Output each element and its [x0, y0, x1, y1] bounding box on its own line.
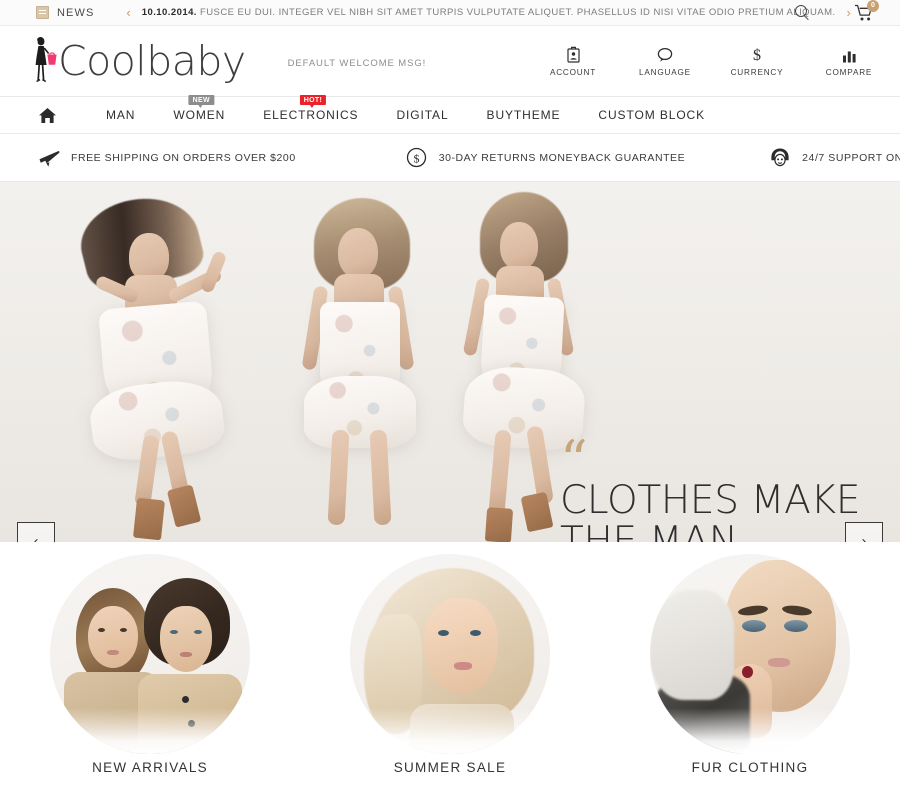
nav-item-women[interactable]: NEW WOMEN	[154, 95, 244, 122]
woman-with-shopping-bag-icon	[26, 36, 60, 86]
nav-item-custom-block[interactable]: CUSTOM BLOCK	[579, 108, 724, 122]
hero-headline: CLOTHES MAKE THE MAN.	[560, 478, 890, 542]
header-link-language-label: LANGUAGE	[639, 68, 691, 77]
page-root: NEWS ‹ 10.10.2014. FUSCE EU DUI. INTEGER…	[0, 0, 900, 794]
quote-mark-icon: “	[560, 429, 588, 492]
category-summer-sale-label: SUMMER SALE	[393, 760, 507, 775]
nav-item-women-label: WOMEN	[173, 108, 226, 122]
hero-quote: “ CLOTHES MAKE THE MAN. NAKED PEOPLE HAV…	[560, 429, 890, 543]
service-returns: $ 30-DAY RETURNS MONEYBACK GUARANTEE	[406, 147, 685, 169]
slider-prev-button[interactable]: ‹	[17, 522, 55, 542]
header-link-currency[interactable]: $ CURRENCY	[728, 45, 786, 77]
top-bar: NEWS ‹ 10.10.2014. FUSCE EU DUI. INTEGER…	[0, 0, 900, 26]
category-section: NEW ARRIVALS SUMMER SALE FUR CLOTHING	[0, 542, 900, 794]
news-block: NEWS	[36, 6, 94, 19]
category-new-arrivals-image	[50, 554, 250, 754]
airplane-icon	[38, 147, 60, 169]
dollar-circle-icon: $	[406, 147, 428, 169]
logo-text: Coolbaby	[58, 36, 246, 85]
header-links: ACCOUNT LANGUAGE $ CURRENCY COMPARE	[544, 45, 878, 77]
category-fur-clothing-label: FUR CLOTHING	[691, 760, 809, 775]
ticker-prev-button[interactable]: ‹	[124, 6, 132, 19]
service-returns-text: 30-DAY RETURNS MONEYBACK GUARANTEE	[438, 151, 686, 164]
hero-headline-line2: THE MAN.	[560, 518, 750, 542]
nav-item-home[interactable]	[38, 107, 57, 124]
hero-slider: “ CLOTHES MAKE THE MAN. NAKED PEOPLE HAV…	[0, 182, 900, 542]
header-link-compare-label: COMPARE	[825, 68, 873, 77]
category-summer-sale[interactable]: SUMMER SALE	[300, 554, 600, 794]
category-summer-sale-image	[350, 554, 550, 754]
news-label: NEWS	[57, 6, 95, 19]
nav-item-custom-block-label: CUSTOM BLOCK	[598, 108, 706, 122]
hero-headline-line1: CLOTHES MAKE	[560, 478, 861, 523]
account-badge-icon	[566, 45, 580, 63]
search-icon[interactable]	[795, 5, 810, 20]
ticker-body: FUSCE EU DUI. INTEGER VEL NIBH SIT AMET …	[199, 7, 836, 18]
category-new-arrivals-label: NEW ARRIVALS	[92, 760, 208, 775]
nav-item-digital[interactable]: DIGITAL	[377, 108, 467, 122]
nav-item-man[interactable]: MAN	[87, 108, 154, 122]
nav-item-electronics-label: ELECTRONICS	[263, 108, 359, 122]
dollar-sign-icon: $	[751, 45, 763, 63]
service-support: 24/7 SUPPORT ONLINE CONSULTATIONS	[769, 147, 900, 169]
shopping-cart-button[interactable]: 0	[854, 0, 879, 22]
hero-model-center	[268, 190, 458, 542]
nav-item-digital-label: DIGITAL	[396, 108, 449, 122]
speech-bubble-icon	[657, 45, 673, 63]
nav-item-man-label: MAN	[106, 108, 136, 122]
slider-next-button[interactable]: ›	[845, 522, 883, 542]
cart-count-badge: 0	[867, 0, 879, 12]
header-link-currency-label: CURRENCY	[730, 68, 784, 77]
nav-item-buytheme-label: BUYTHEME	[486, 108, 561, 122]
support-agent-icon	[769, 147, 791, 169]
site-header: Coolbaby DEFAULT WELCOME MSG! ACCOUNT LA…	[0, 26, 900, 96]
hero-model-left	[55, 186, 265, 542]
service-free-shipping: FREE SHIPPING ON ORDERS OVER $200	[38, 147, 296, 169]
newspaper-icon	[36, 6, 49, 19]
header-link-account[interactable]: ACCOUNT	[544, 45, 602, 77]
nav-item-buytheme[interactable]: BUYTHEME	[468, 108, 580, 122]
category-fur-clothing[interactable]: FUR CLOTHING	[600, 554, 900, 794]
service-free-shipping-text: FREE SHIPPING ON ORDERS OVER $200	[71, 151, 296, 164]
nav-badge-new: NEW	[188, 95, 214, 107]
nav-item-electronics[interactable]: HOT! ELECTRONICS	[244, 95, 377, 122]
home-icon	[39, 107, 56, 123]
ticker-date: 10.10.2014.	[141, 7, 197, 18]
welcome-message: DEFAULT WELCOME MSG!	[287, 57, 427, 69]
header-link-account-label: ACCOUNT	[549, 68, 597, 77]
svg-text:$: $	[753, 47, 761, 63]
svg-text:$: $	[414, 151, 420, 165]
ticker-text: 10.10.2014. FUSCE EU DUI. INTEGER VEL NI…	[142, 7, 836, 18]
header-link-compare[interactable]: COMPARE	[820, 45, 878, 77]
category-new-arrivals[interactable]: NEW ARRIVALS	[0, 554, 300, 794]
nav-badge-hot: HOT!	[299, 95, 327, 107]
news-ticker: ‹ 10.10.2014. FUSCE EU DUI. INTEGER VEL …	[124, 6, 852, 19]
bar-chart-icon	[842, 45, 857, 63]
main-navigation: MAN NEW WOMEN HOT! ELECTRONICS DIGITAL B…	[0, 95, 900, 134]
service-bar: FREE SHIPPING ON ORDERS OVER $200 $ 30-D…	[0, 134, 900, 182]
header-link-language[interactable]: LANGUAGE	[636, 45, 694, 77]
logo[interactable]: Coolbaby	[26, 36, 246, 86]
top-bar-actions: 0	[795, 0, 879, 22]
category-fur-clothing-image	[650, 554, 850, 754]
service-support-text: 24/7 SUPPORT ONLINE CONSULTATIONS	[802, 151, 900, 164]
